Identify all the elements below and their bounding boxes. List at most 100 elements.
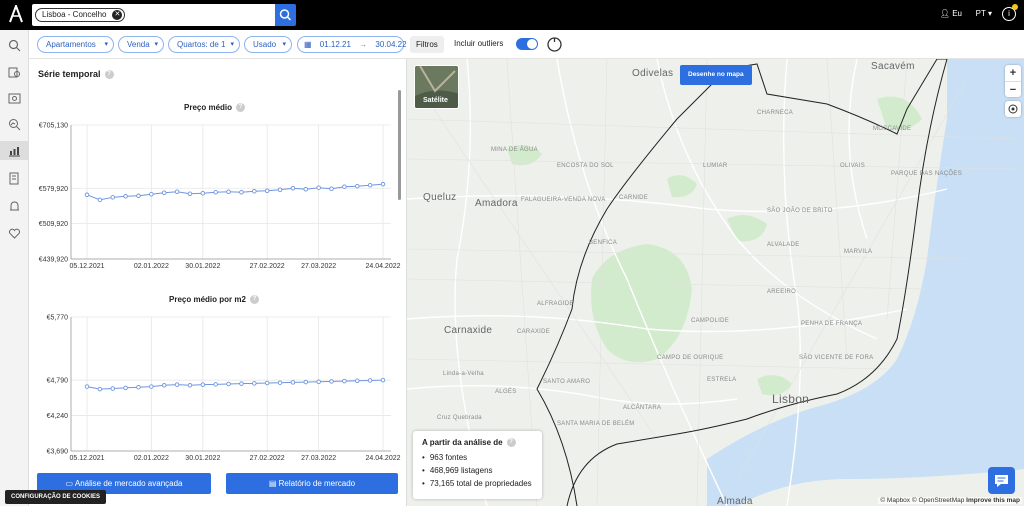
language-select[interactable]: PT ▾ [976, 9, 992, 18]
rooms-dropdown[interactable]: Quartos: de 1 ▾ [168, 36, 240, 53]
chat-icon [995, 475, 1008, 487]
help-icon[interactable]: ? [249, 295, 259, 305]
zoom-out-button[interactable]: − [1005, 81, 1021, 97]
listings-icon[interactable] [5, 169, 24, 188]
panel-scrollbar[interactable] [398, 90, 401, 200]
data-point [355, 183, 360, 189]
search-button[interactable] [275, 4, 296, 26]
data-point [110, 195, 115, 200]
valuation-icon[interactable] [5, 89, 24, 108]
remove-location-icon[interactable]: ✕ [112, 10, 123, 20]
chat-button[interactable] [988, 467, 1015, 494]
satellite-label: Satélite [423, 97, 448, 104]
analytics-icon[interactable] [0, 141, 29, 160]
data-point [316, 185, 321, 190]
osm-link[interactable]: © OpenStreetMap [912, 497, 964, 504]
chevron-down-icon: ▾ [282, 41, 286, 48]
map-label: ALGÉS [495, 389, 517, 395]
operation-dropdown[interactable]: Venda ▾ [118, 36, 164, 53]
panel-title-text: Série temporal [38, 69, 101, 79]
user-menu[interactable]: 👤︎ Eu [940, 9, 962, 18]
x-tick-label: 02.01.2022 [134, 263, 169, 270]
data-point [161, 383, 167, 388]
improve-map-link[interactable]: Improve this map [966, 497, 1020, 504]
outliers-label: Incluir outliers [454, 39, 504, 48]
data-point [277, 380, 283, 385]
date-from: 01.12.21 [319, 40, 351, 49]
date-range-picker[interactable]: ▦ 01.12.21 → 30.04.22 [297, 36, 407, 53]
laptop-icon: ▭ [65, 479, 75, 488]
search-icon [279, 9, 292, 21]
geolocate-button[interactable] [1005, 101, 1021, 117]
calendar-icon: ▦ [304, 40, 312, 49]
map-label: BENFICA [589, 240, 618, 246]
x-tick-label: 24.04.2022 [365, 455, 400, 462]
zoom-in-button[interactable]: + [1005, 65, 1021, 81]
search-icon[interactable] [5, 36, 24, 55]
chart-title-price-m2: Preço médio por m2? [169, 295, 259, 305]
info-item: 468,969 listagens [422, 466, 533, 475]
satellite-toggle[interactable]: Satélite [414, 65, 459, 109]
document-icon: ▤ [268, 479, 279, 488]
house-search-icon[interactable] [5, 62, 24, 81]
data-point [380, 181, 386, 187]
data-point [187, 383, 193, 388]
map-label: MINA DE ÁGUA [491, 147, 538, 153]
data-point [136, 384, 141, 390]
operation-label: Venda [127, 40, 150, 49]
map-label: Queluz [423, 192, 457, 203]
map-label: CARNIDE [619, 195, 649, 201]
market-search-icon[interactable] [5, 115, 24, 134]
map-label: Lisbon [772, 392, 810, 406]
map-label: CARAXIDE [517, 329, 551, 335]
property-type-label: Apartamentos [46, 40, 96, 49]
map-label: ALVALADE [767, 242, 800, 248]
data-point [303, 379, 309, 385]
arrow-right-icon: → [359, 40, 368, 49]
map-attribution: © Mapbox © OpenStreetMap Improve this ma… [878, 497, 1022, 504]
app-logo[interactable] [8, 5, 24, 23]
filters-button[interactable]: Filtros [410, 36, 444, 53]
data-point [316, 379, 321, 384]
series-line [86, 379, 384, 390]
cookie-settings-button[interactable]: CONFIGURAÇÃO DE COOKIES [5, 490, 107, 504]
bell-icon[interactable] [5, 197, 24, 216]
mapbox-link[interactable]: © Mapbox [880, 497, 910, 504]
y-tick-label: €509,920 [39, 221, 68, 228]
data-point [264, 188, 270, 193]
data-point [110, 386, 115, 391]
heart-icon[interactable] [5, 224, 24, 243]
map-label: LUMIAR [703, 163, 728, 169]
location-chip: Lisboa - Concelho ✕ [35, 8, 126, 22]
data-point [290, 380, 296, 385]
outliers-toggle[interactable] [516, 38, 538, 50]
location-search-box[interactable]: Lisboa - Concelho ✕ [32, 4, 275, 26]
help-icon[interactable]: ? [506, 438, 516, 448]
info-item: 73,165 total de propriedades [422, 479, 533, 488]
draw-on-map-button[interactable]: Desenhe no mapa [680, 65, 752, 85]
reset-icon[interactable] [546, 36, 563, 53]
info-title-text: A partir da análise de [422, 438, 503, 447]
condition-label: Usado [253, 40, 277, 49]
x-tick-label: 30.01.2022 [185, 455, 220, 462]
condition-dropdown[interactable]: Usado ▾ [244, 36, 292, 53]
y-tick-label: €4,240 [47, 413, 69, 420]
y-tick-label: €579,920 [39, 186, 68, 193]
map[interactable]: Odivelas Sacavém Queluz Amadora Carnaxid… [406, 59, 1024, 506]
help-icon[interactable]: ? [104, 70, 114, 80]
data-point [355, 378, 360, 384]
data-point [264, 380, 270, 386]
market-report-label: Relatório de mercado [278, 479, 356, 488]
map-label: Sacavém [871, 61, 915, 72]
data-point [149, 192, 154, 197]
top-bar: Lisboa - Concelho ✕ 👤︎ Eu PT ▾ i [0, 0, 1024, 30]
x-tick-label: 27.03.2022 [301, 263, 336, 270]
property-type-dropdown[interactable]: Apartamentos ▾ [37, 36, 114, 53]
map-label: CAMPO DE OURIQUE [657, 355, 724, 361]
map-label: SÃO VICENTE DE FORA [799, 355, 874, 361]
market-report-button[interactable]: ▤ Relatório de mercado [226, 473, 398, 494]
map-label: FALAGUEIRA-VENDA NOVA [521, 197, 606, 203]
notification-dot [1012, 4, 1018, 10]
help-icon[interactable]: ? [236, 103, 246, 113]
map-label: MOSCAVIDE [873, 126, 912, 132]
